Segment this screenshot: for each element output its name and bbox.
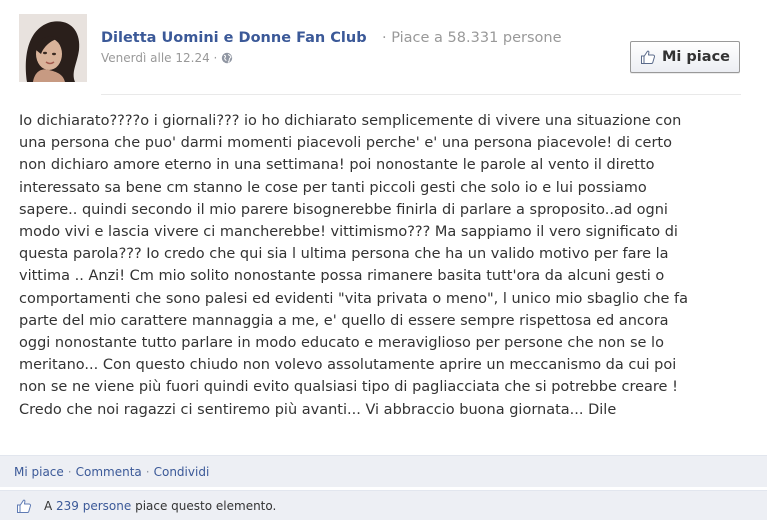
action-separator: · bbox=[67, 464, 72, 479]
thumbs-up-icon bbox=[640, 49, 656, 65]
header-divider bbox=[101, 94, 741, 95]
comment-action-link[interactable]: Commenta bbox=[76, 465, 142, 479]
like-page-button[interactable]: Mi piace bbox=[630, 41, 740, 73]
post-text: Io dichiarato????o i giornali??? io ho d… bbox=[19, 113, 689, 418]
action-separator: · bbox=[145, 464, 150, 479]
page-name-link[interactable]: Diletta Uomini e Donne Fan Club bbox=[101, 30, 367, 46]
meta-separator: · bbox=[209, 51, 222, 65]
header-separator: · bbox=[382, 30, 392, 46]
post-actions: Mi piace · Commenta · Condividi bbox=[0, 455, 767, 487]
likes-prefix: A bbox=[44, 498, 57, 513]
share-action-link[interactable]: Condividi bbox=[154, 465, 210, 479]
page-likes-label: Piace a 58.331 persone bbox=[391, 30, 562, 46]
like-action-link[interactable]: Mi piace bbox=[14, 465, 64, 479]
globe-icon[interactable] bbox=[221, 52, 233, 67]
post-meta: Venerdì alle 12.24 · bbox=[101, 51, 233, 67]
likes-people-link[interactable]: 239 persone bbox=[56, 499, 131, 513]
like-button-label: Mi piace bbox=[661, 49, 730, 65]
page-avatar[interactable] bbox=[19, 14, 87, 82]
thumbs-up-icon bbox=[16, 498, 32, 514]
likes-summary: A 239 persone piace questo elemento. bbox=[0, 490, 767, 520]
post-timestamp[interactable]: Venerdì alle 12.24 bbox=[101, 51, 210, 65]
avatar-image bbox=[19, 14, 87, 82]
page-likes-count: · Piace a 58.331 persone bbox=[382, 30, 562, 46]
likes-suffix: piace questo elemento. bbox=[131, 498, 277, 513]
